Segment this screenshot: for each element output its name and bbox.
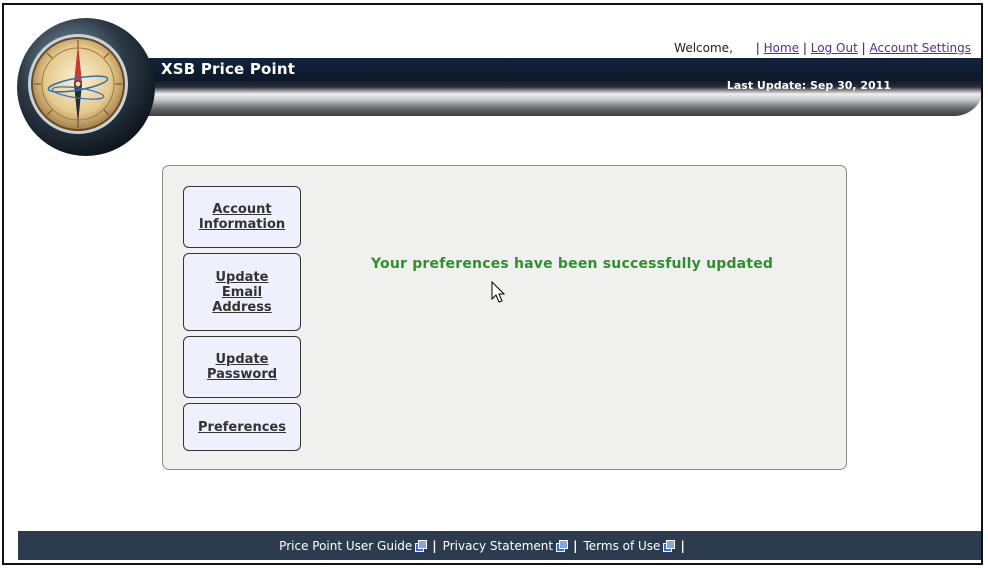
terms-of-use-link[interactable]: Terms of Use	[583, 538, 676, 553]
last-update-text: Last Update: Sep 30, 2011	[726, 79, 891, 92]
button-label-line: Email	[221, 284, 263, 300]
home-link[interactable]: Home	[764, 41, 799, 55]
update-password-button[interactable]: Update Password	[183, 336, 301, 398]
button-label-line: Preferences	[198, 419, 286, 435]
button-label-line: Update	[215, 352, 269, 367]
mouse-pointer-icon	[491, 281, 506, 303]
success-message: Your preferences have been successfully …	[371, 256, 774, 272]
account-information-button[interactable]: Account Information	[183, 186, 301, 248]
external-link-icon	[415, 540, 428, 552]
welcome-text: Welcome,	[674, 41, 733, 55]
account-settings-link[interactable]: Account Settings	[870, 41, 971, 55]
footer-link-label: Terms of Use	[583, 538, 661, 553]
privacy-statement-link[interactable]: Privacy Statement	[442, 538, 569, 553]
app-window: XSB Price Point Last Update: Sep 30, 201…	[2, 3, 983, 565]
app-title: XSB Price Point	[161, 60, 296, 78]
button-label-line: Information	[198, 217, 286, 232]
footer-link-label: Price Point User Guide	[279, 538, 413, 553]
logout-link[interactable]: Log Out	[811, 41, 858, 55]
button-label-line: Account	[212, 202, 272, 217]
external-link-icon	[556, 540, 569, 552]
external-link-icon	[663, 540, 676, 552]
user-nav: Welcome, | Home | Log Out | Account Sett…	[674, 41, 971, 55]
footer-separator: |	[432, 538, 437, 553]
button-label-line: Address	[212, 299, 272, 315]
button-label-line: Password	[206, 367, 278, 382]
footer-bar: Price Point User Guide | Privacy Stateme…	[18, 531, 981, 560]
footer-separator: |	[680, 538, 685, 553]
preferences-panel: Account Information Update Email Address Up…	[162, 165, 847, 470]
footer-separator: |	[573, 538, 578, 553]
update-email-address-button[interactable]: Update Email Address	[183, 253, 301, 331]
user-guide-link[interactable]: Price Point User Guide	[279, 538, 428, 553]
preferences-button[interactable]: Preferences	[183, 403, 301, 451]
footer-link-label: Privacy Statement	[442, 538, 554, 553]
compass-logo-icon	[17, 18, 155, 156]
button-label-line: Update	[215, 269, 269, 285]
